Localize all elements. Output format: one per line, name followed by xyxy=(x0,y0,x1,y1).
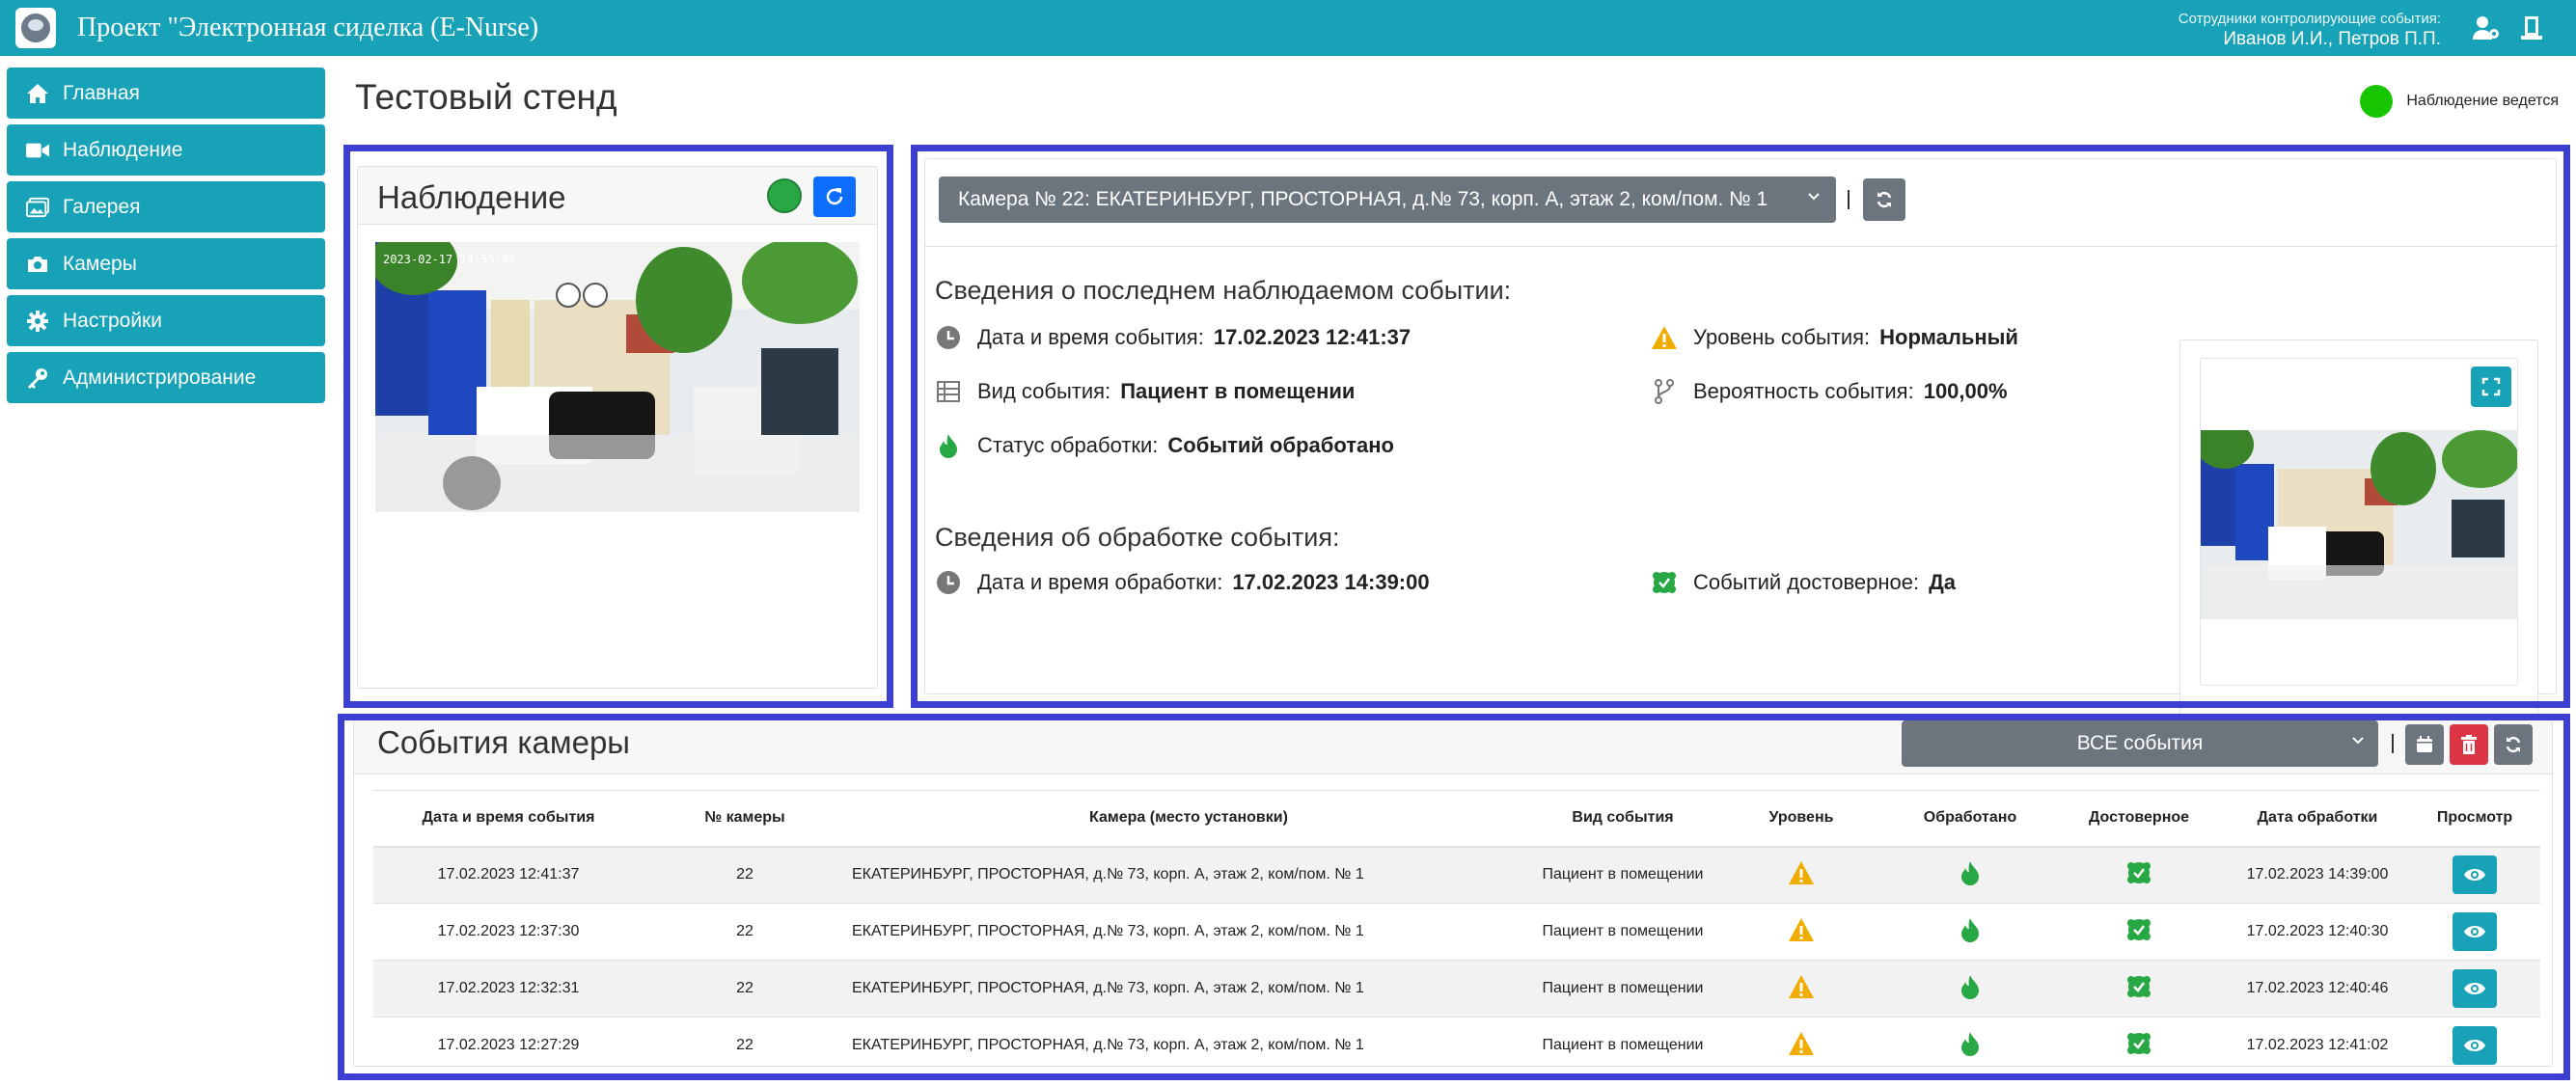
staff-info: Сотрудники контролирующие события: Ивано… xyxy=(2179,11,2441,50)
key-icon xyxy=(26,367,49,390)
sidebar-item-settings[interactable]: Настройки xyxy=(7,295,325,346)
sidebar-item-label: Камеры xyxy=(63,252,137,275)
status-indicator xyxy=(2360,85,2394,118)
top-bar: Проект "Электронная сиделка (E-Nurse) Со… xyxy=(0,0,2576,56)
highlight-frame-event-details xyxy=(911,145,2570,708)
staff-label: Сотрудники контролирующие события: xyxy=(2178,11,2441,27)
sidebar-item-label: Главная xyxy=(63,81,140,104)
camera-icon xyxy=(26,253,49,276)
sidebar-item-label: Наблюдение xyxy=(63,138,183,161)
video-icon xyxy=(26,139,49,162)
gallery-icon xyxy=(26,196,49,219)
sidebar-item-label: Настройки xyxy=(63,309,162,332)
highlight-frame-events-table xyxy=(338,714,2570,1080)
highlight-frame-observation xyxy=(343,145,893,708)
gear-icon xyxy=(26,310,49,333)
sidebar-item-label: Администрирование xyxy=(63,366,257,389)
page-title: Тестовый стенд xyxy=(355,77,617,117)
sidebar-item-home[interactable]: Главная xyxy=(7,68,325,119)
sidebar-item-label: Галерея xyxy=(63,195,141,218)
sidebar: Главная Наблюдение Галерея Камеры Настро… xyxy=(7,68,325,409)
user-settings-icon[interactable] xyxy=(2472,14,2501,42)
sidebar-item-gallery[interactable]: Галерея xyxy=(7,181,325,232)
sidebar-item-observation[interactable]: Наблюдение xyxy=(7,124,325,176)
app-title: Проект "Электронная сиделка (E-Nurse) xyxy=(77,13,539,42)
logout-icon[interactable] xyxy=(2518,14,2547,42)
sidebar-item-administration[interactable]: Администрирование xyxy=(7,352,325,403)
home-icon xyxy=(26,82,49,105)
observation-status: Наблюдение ведется xyxy=(2360,85,2559,118)
sidebar-item-cameras[interactable]: Камеры xyxy=(7,238,325,289)
staff-names: Иванов И.И., Петров П.П. xyxy=(2223,29,2441,49)
status-text: Наблюдение ведется xyxy=(2406,93,2559,109)
app-logo[interactable] xyxy=(15,8,56,48)
